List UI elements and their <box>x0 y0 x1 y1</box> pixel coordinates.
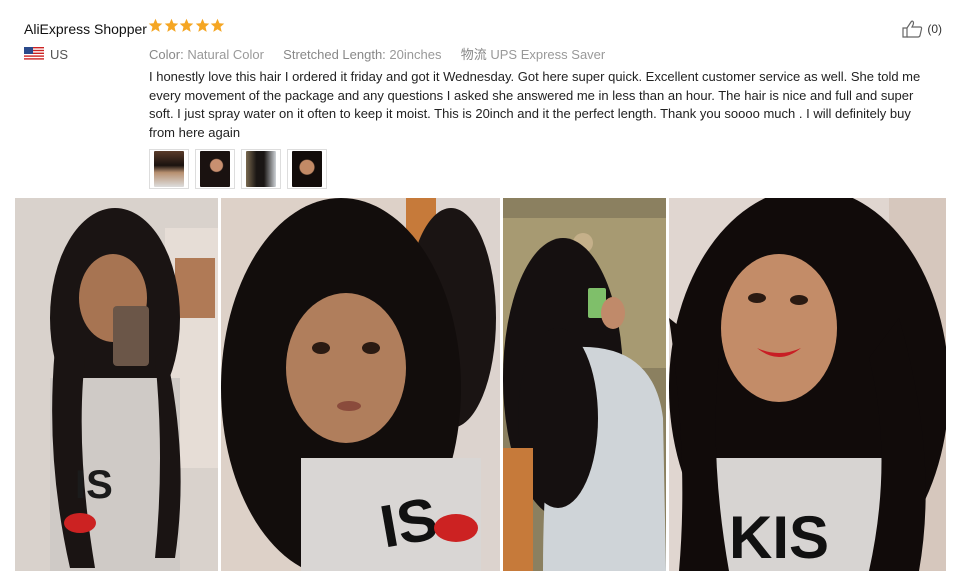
rating-stars <box>148 18 226 33</box>
review-photo-thumb-4[interactable] <box>287 149 327 189</box>
review-photo-1[interactable]: IS <box>15 198 218 571</box>
star-icon <box>195 18 209 32</box>
shipping-value: UPS Express Saver <box>490 47 606 62</box>
like-button[interactable]: (0) <box>902 20 942 38</box>
review-photo-4[interactable]: KIS <box>669 198 946 571</box>
color-label: Color: <box>149 47 184 62</box>
like-count: (0) <box>927 22 942 36</box>
us-flag-icon <box>24 47 44 60</box>
review-photo-2[interactable]: IS <box>221 198 500 571</box>
reviewer-name: AliExpress Shopper <box>24 21 147 37</box>
review-text: I honestly love this hair I ordered it f… <box>149 69 921 140</box>
star-icon <box>148 18 163 32</box>
order-attributes: Color: Natural Color Stretched Length: 2… <box>149 44 605 63</box>
svg-text:IS: IS <box>75 463 113 507</box>
length-value: 20inches <box>389 47 442 62</box>
svg-text:IS: IS <box>375 485 442 561</box>
length-label: Stretched Length: <box>283 47 386 62</box>
shipping-label: 物流 <box>460 47 487 62</box>
star-icon <box>164 18 178 32</box>
review-photo-thumb-2[interactable] <box>195 149 235 189</box>
review-photo-3[interactable] <box>503 198 666 571</box>
svg-text:KIS: KIS <box>729 504 829 571</box>
thumbs-up-icon <box>902 20 923 38</box>
color-value: Natural Color <box>187 47 264 62</box>
review-photo-thumbnails <box>149 149 333 189</box>
review-photo-thumb-1[interactable] <box>149 149 189 189</box>
star-icon <box>179 18 194 32</box>
review-photo-thumb-3[interactable] <box>241 149 281 189</box>
country-label: US <box>50 47 69 62</box>
star-icon <box>210 18 225 32</box>
